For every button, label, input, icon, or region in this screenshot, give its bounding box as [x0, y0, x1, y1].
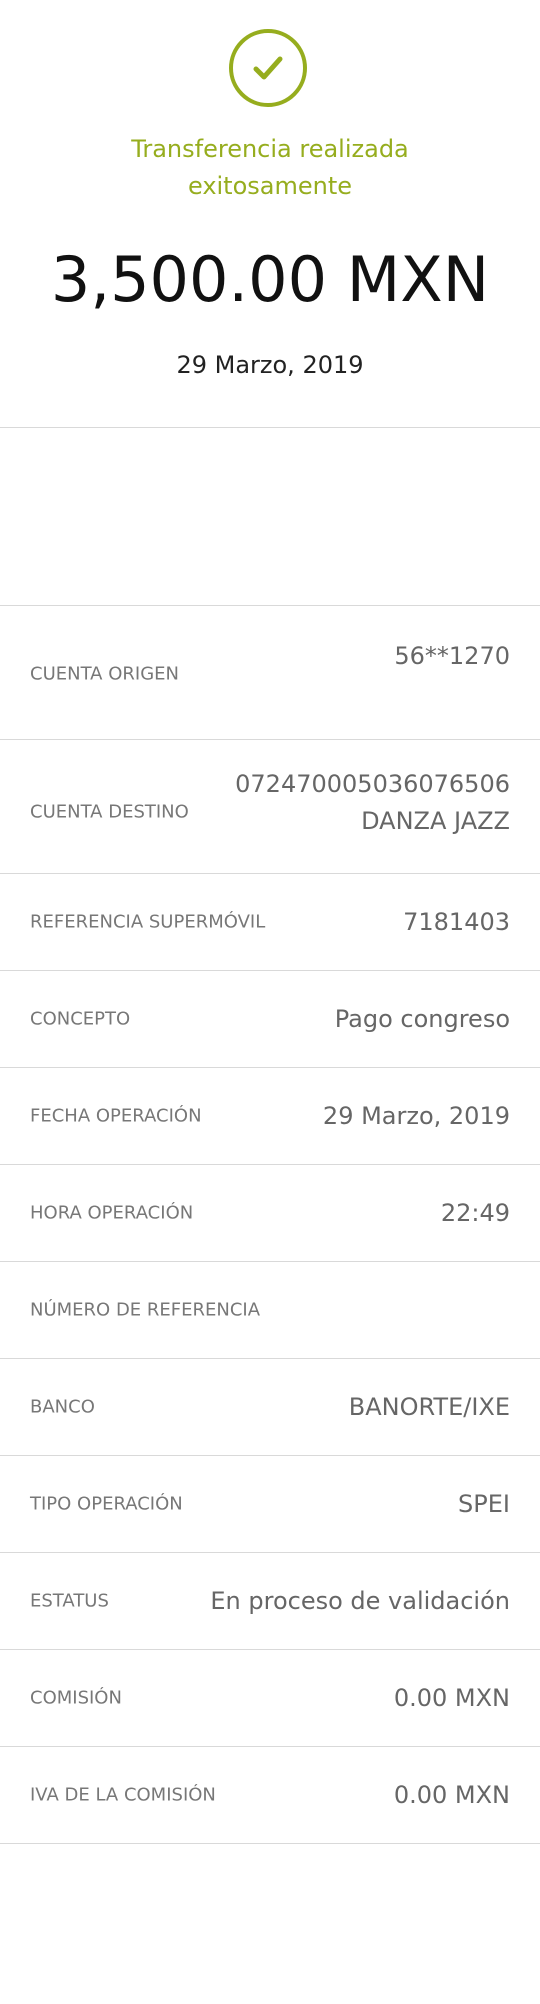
detail-value: 072470005036076506 DANZA JAZZ [235, 766, 510, 840]
success-message: Transferencia realizada exitosamente [0, 131, 540, 205]
detail-label: NÚMERO DE REFERENCIA [30, 1299, 261, 1321]
detail-label: FECHA OPERACIÓN [30, 1105, 202, 1127]
detail-row-hora-operacion: HORA OPERACIÓN 22:49 [0, 1165, 540, 1262]
detail-label: HORA OPERACIÓN [30, 1202, 194, 1224]
transfer-date: 29 Marzo, 2019 [176, 351, 364, 379]
detail-row-comision: COMISIÓN 0.00 MXN [0, 1650, 540, 1747]
detail-value: 0.00 MXN [393, 1684, 510, 1712]
detail-value: 22:49 [440, 1199, 510, 1227]
detail-label: CUENTA ORIGEN [30, 663, 179, 685]
success-message-line2: exitosamente [187, 172, 353, 200]
detail-row-fecha-operacion: FECHA OPERACIÓN 29 Marzo, 2019 [0, 1068, 540, 1165]
status-value: En proceso de validación [210, 1587, 510, 1615]
detail-value: 7181403 [403, 908, 510, 936]
transfer-amount: 3,500.00 MXN [50, 243, 490, 316]
detail-row-numero-referencia: NÚMERO DE REFERENCIA [0, 1262, 540, 1359]
detail-value: 29 Marzo, 2019 [322, 1102, 510, 1130]
detail-row-iva-comision: IVA DE LA COMISIÓN 0.00 MXN [0, 1747, 540, 1844]
detail-label: TIPO OPERACIÓN [30, 1493, 183, 1515]
detail-value: Pago congreso [334, 1005, 510, 1033]
detail-label: COMISIÓN [30, 1687, 122, 1709]
detail-row-cuenta-destino: CUENTA DESTINO 072470005036076506 DANZA … [0, 740, 540, 874]
detail-value: BANORTE/IXE [348, 1393, 510, 1421]
detail-label: ESTATUS [30, 1590, 109, 1612]
detail-value-beneficiary: DANZA JAZZ [361, 807, 510, 835]
detail-label: BANCO [30, 1396, 95, 1418]
detail-row-referencia-supermovil: REFERENCIA SUPERMÓVIL 7181403 [0, 874, 540, 971]
detail-label: REFERENCIA SUPERMÓVIL [30, 911, 266, 933]
detail-value: 56**1270 [394, 642, 510, 670]
detail-row-cuenta-origen: CUENTA ORIGEN 56**1270 [0, 606, 540, 740]
detail-label: CONCEPTO [30, 1008, 131, 1030]
detail-value: 0.00 MXN [393, 1781, 510, 1809]
section-spacer [0, 428, 540, 606]
success-message-line1: Transferencia realizada [131, 135, 409, 163]
detail-row-estatus: ESTATUS En proceso de validación [0, 1553, 540, 1650]
detail-row-concepto: CONCEPTO Pago congreso [0, 971, 540, 1068]
detail-label: CUENTA DESTINO [30, 801, 189, 823]
check-circle-icon [229, 29, 307, 107]
detail-value: SPEI [458, 1490, 510, 1518]
detail-row-tipo-operacion: TIPO OPERACIÓN SPEI [0, 1456, 540, 1553]
success-header: Transferencia realizada exitosamente 3,5… [0, 0, 540, 428]
detail-row-banco: BANCO BANORTE/IXE [0, 1359, 540, 1456]
detail-label: IVA DE LA COMISIÓN [30, 1784, 216, 1806]
detail-value-account: 072470005036076506 [235, 770, 510, 798]
